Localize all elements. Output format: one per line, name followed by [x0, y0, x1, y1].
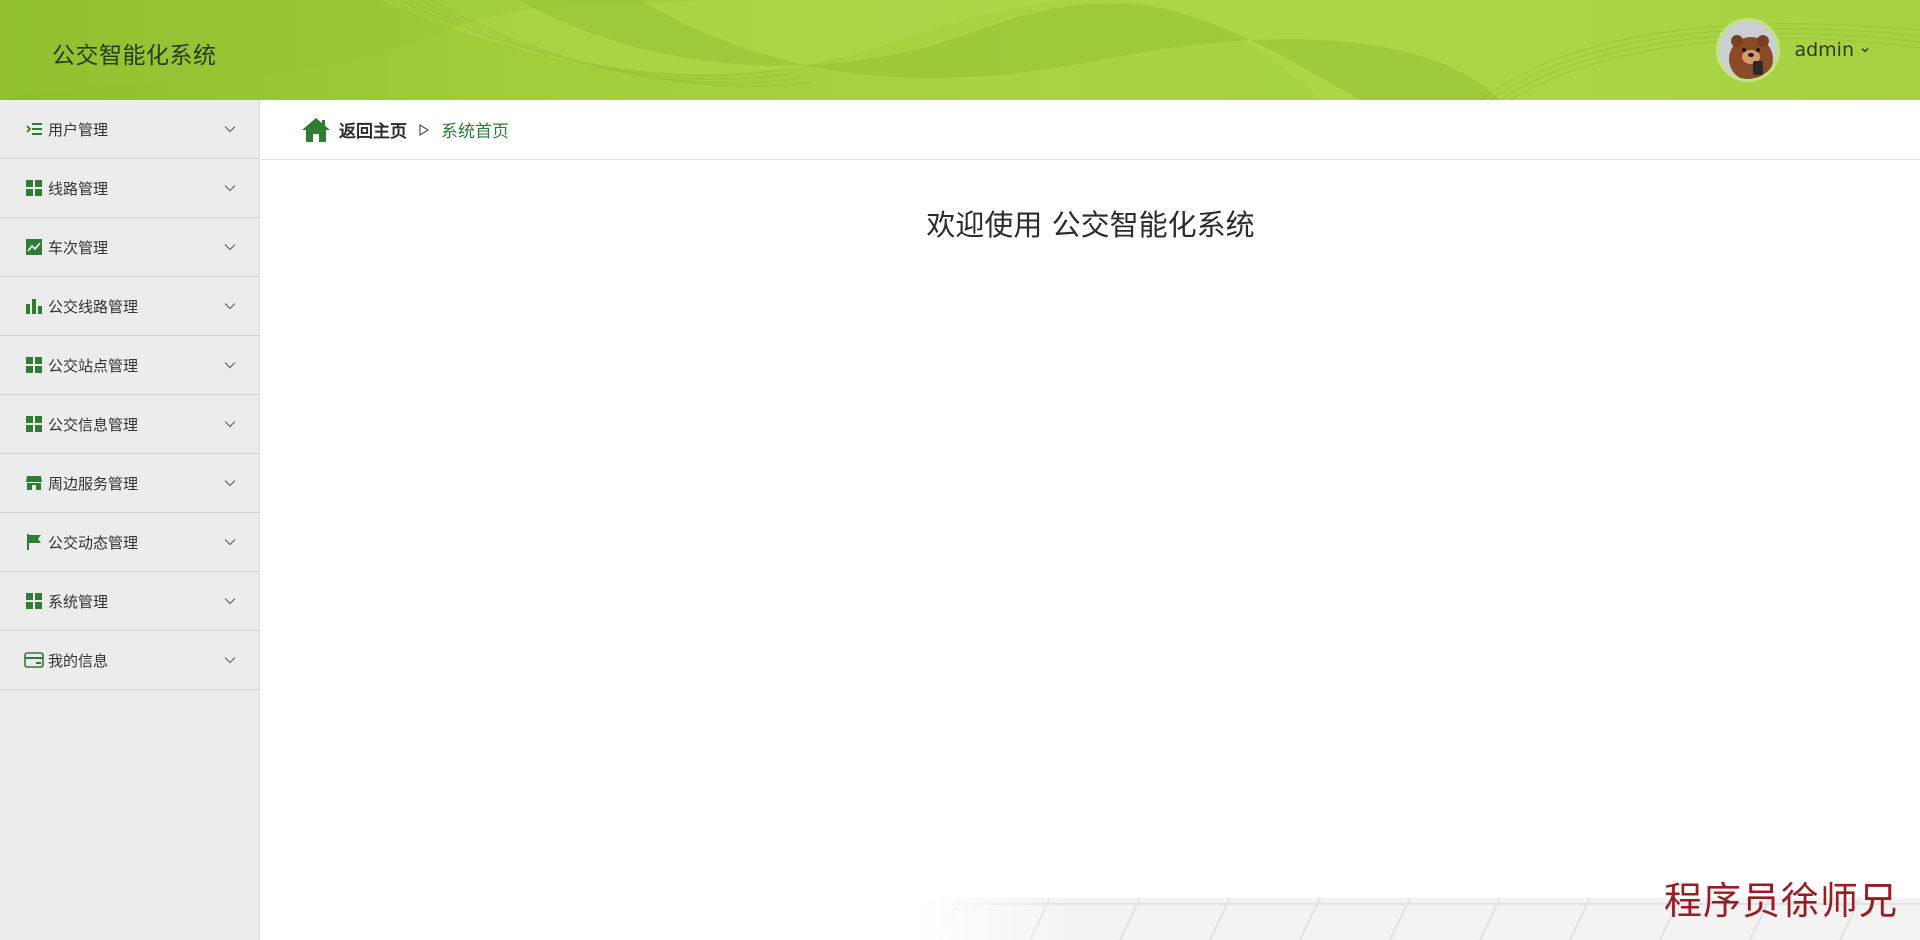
sidebar-item-bus-news-management[interactable]: 公交动态管理 — [0, 513, 259, 572]
sidebar-item-system-management[interactable]: 系统管理 — [0, 572, 259, 631]
bar-chart-icon — [24, 296, 44, 316]
back-home-link[interactable]: 返回主页 — [339, 117, 407, 142]
chevron-down-icon — [1861, 48, 1869, 53]
breadcrumb-current[interactable]: 系统首页 — [441, 117, 509, 142]
chevron-down-icon — [224, 421, 236, 428]
bear-avatar-icon — [1719, 21, 1778, 79]
chevron-down-icon — [224, 362, 236, 369]
card-icon — [24, 650, 44, 670]
sidebar-item-user-management[interactable]: 用户管理 — [0, 100, 259, 159]
sidebar-item-label: 车次管理 — [48, 238, 109, 257]
breadcrumb: 返回主页 系统首页 — [261, 100, 1920, 160]
flag-icon — [24, 532, 44, 552]
chevron-down-icon — [224, 657, 236, 664]
sidebar-item-nearby-service-management[interactable]: 周边服务管理 — [0, 454, 259, 513]
sidebar-item-bus-stop-management[interactable]: 公交站点管理 — [0, 336, 259, 395]
header-wave-background — [0, 0, 1920, 100]
breadcrumb-separator-icon — [419, 123, 430, 136]
avatar[interactable] — [1716, 18, 1781, 82]
line-chart-icon — [24, 237, 44, 257]
chevron-down-icon — [224, 539, 236, 546]
chevron-down-icon — [224, 126, 236, 133]
chevron-down-icon — [224, 480, 236, 487]
sidebar-item-label: 线路管理 — [48, 179, 109, 198]
grid-icon — [24, 414, 44, 434]
sidebar-item-label: 我的信息 — [48, 651, 109, 670]
chevron-down-icon — [224, 598, 236, 605]
grid-icon — [24, 355, 44, 375]
watermark-text: 程序员徐师兄 — [1663, 879, 1898, 923]
sidebar-item-label: 公交站点管理 — [48, 356, 139, 375]
chevron-down-icon — [224, 185, 236, 192]
sidebar-item-label: 用户管理 — [48, 120, 109, 139]
username-label: admin — [1794, 39, 1854, 61]
list-indent-icon — [24, 119, 44, 139]
home-icon[interactable] — [301, 116, 331, 144]
app-title: 公交智能化系统 — [52, 43, 217, 69]
sidebar-item-label: 公交信息管理 — [48, 415, 139, 434]
sidebar-item-label: 周边服务管理 — [48, 474, 139, 493]
sidebar-item-bus-info-management[interactable]: 公交信息管理 — [0, 395, 259, 454]
sidebar-item-label: 公交动态管理 — [48, 533, 139, 552]
sidebar-item-my-info[interactable]: 我的信息 — [0, 631, 259, 690]
sidebar: 用户管理 线路管理 车次管理 公交线路管理 公交站点管理 公交信息管理 周边服务… — [0, 100, 260, 940]
sidebar-item-label: 公交线路管理 — [48, 297, 139, 316]
shop-icon — [24, 473, 44, 493]
grid-icon — [24, 178, 44, 198]
username-dropdown[interactable]: admin — [1794, 39, 1870, 61]
chevron-down-icon — [224, 303, 236, 310]
sidebar-item-route-management[interactable]: 线路管理 — [0, 159, 259, 218]
top-header: 公交智能化系统 admin — [0, 0, 1920, 100]
sidebar-item-bus-route-management[interactable]: 公交线路管理 — [0, 277, 259, 336]
chevron-down-icon — [224, 244, 236, 251]
grid-icon — [24, 591, 44, 611]
sidebar-item-trip-management[interactable]: 车次管理 — [0, 218, 259, 277]
sidebar-item-label: 系统管理 — [48, 592, 109, 611]
welcome-heading: 欢迎使用 公交智能化系统 — [926, 208, 1255, 242]
user-menu[interactable]: admin — [1716, 16, 1870, 84]
